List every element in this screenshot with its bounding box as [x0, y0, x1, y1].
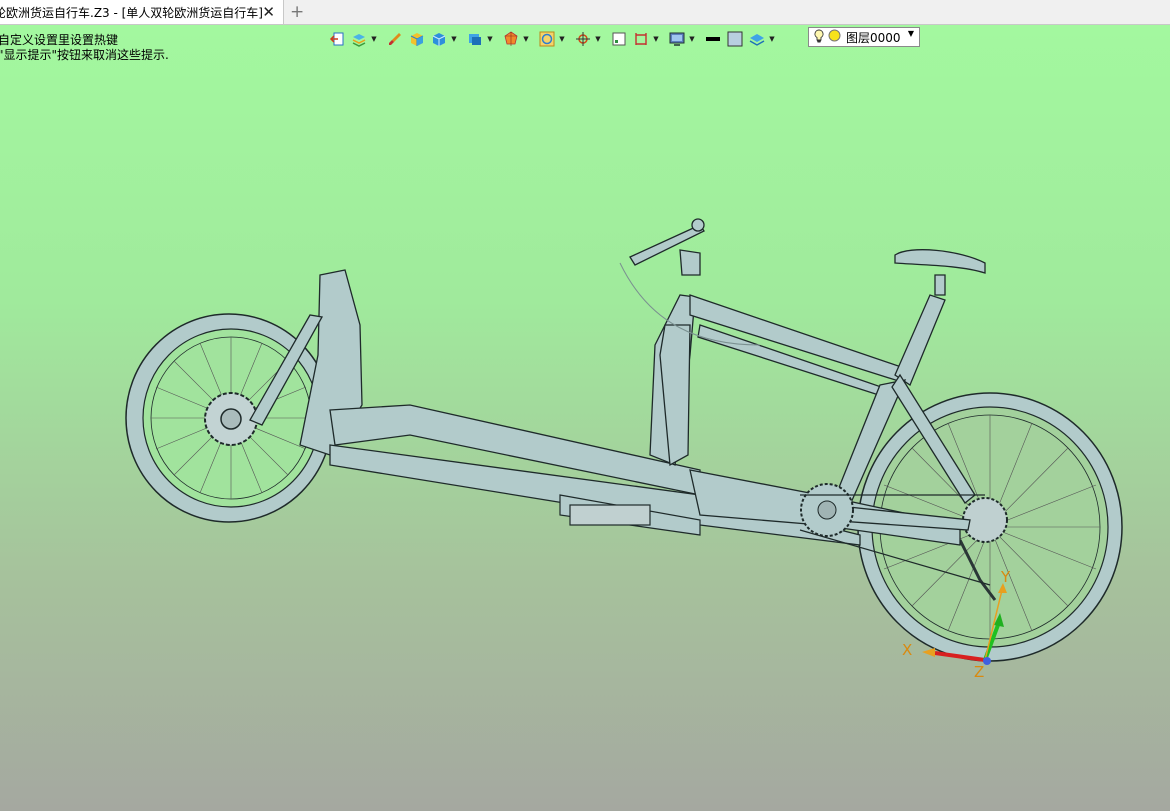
document-tab[interactable]: 轮欧洲货运自行车.Z3 - [单人双轮欧洲货运自行车] ✕	[0, 0, 284, 24]
tab-bar: 轮欧洲货运自行车.Z3 - [单人双轮欧洲货运自行车] ✕ +	[0, 0, 1170, 25]
tab-title: 轮欧洲货运自行车.Z3 - [单人双轮欧洲货运自行车]	[0, 5, 263, 20]
bike-model-render: X Y Z	[125, 218, 1123, 681]
new-tab-button[interactable]: +	[290, 2, 304, 22]
3d-viewport[interactable]: 自定义设置里设置热键 "显示提示"按钮来取消这些提示. ▼ ▼ ▼ ▼ ▼ ▼ …	[0, 25, 1170, 811]
axis-z-label: Z	[974, 663, 984, 681]
close-icon[interactable]: ✕	[262, 3, 275, 21]
axis-y-label: Y	[1000, 568, 1011, 586]
axis-x-label: X	[902, 641, 912, 659]
